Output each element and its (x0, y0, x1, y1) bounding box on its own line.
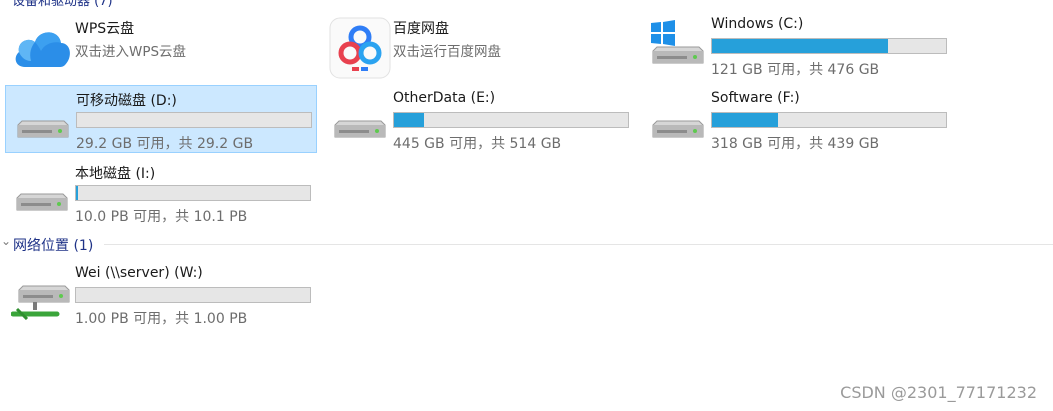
tile-drive-d[interactable]: 可移动磁盘 (D:) 29.2 GB 可用，共 29.2 GB (5, 85, 317, 153)
capacity-bar (711, 112, 947, 128)
capacity-bar (393, 112, 629, 128)
tile-subtitle: 双击进入WPS云盘 (75, 44, 187, 60)
cloud-icon (11, 21, 73, 73)
network-drive-icon (10, 268, 73, 321)
tile-name: 百度网盘 (393, 21, 449, 37)
drive-icon (647, 93, 709, 145)
baidu-netdisk-icon (329, 17, 391, 79)
capacity-bar (76, 112, 312, 128)
watermark: CSDN @2301_77171232 (840, 383, 1037, 402)
capacity-text: 445 GB 可用，共 514 GB (393, 136, 562, 152)
capacity-text: 121 GB 可用，共 476 GB (711, 62, 880, 78)
tile-drive-c[interactable]: Windows (C:) 121 GB 可用，共 476 GB (641, 12, 953, 78)
tile-name: Wei (\\server) (W:) (75, 265, 203, 281)
drive-icon (329, 93, 391, 145)
tile-name: 本地磁盘 (I:) (75, 166, 156, 182)
tile-drive-e[interactable]: OtherData (E:) 445 GB 可用，共 514 GB (323, 86, 635, 152)
capacity-bar (75, 287, 311, 303)
tile-name: WPS云盘 (75, 21, 135, 37)
capacity-text: 10.0 PB 可用，共 10.1 PB (75, 209, 248, 225)
capacity-bar-fill (394, 113, 425, 127)
drive-icon (12, 93, 74, 145)
windows-drive-icon (647, 19, 709, 71)
tile-drive-f[interactable]: Software (F:) 318 GB 可用，共 439 GB (641, 86, 953, 152)
tile-wps-cloud[interactable]: WPS云盘 双击进入WPS云盘 (5, 14, 317, 80)
tile-drive-i[interactable]: 本地磁盘 (I:) 10.0 PB 可用，共 10.1 PB (5, 159, 317, 225)
tile-name: 可移动磁盘 (D:) (76, 93, 177, 109)
network-group-header[interactable]: ⌄ 网络位置 (1) (0, 233, 1053, 254)
tile-subtitle: 双击运行百度网盘 (393, 44, 501, 60)
drive-icon (11, 166, 73, 218)
capacity-bar-fill (712, 39, 888, 53)
tile-name: OtherData (E:) (393, 90, 496, 106)
capacity-text: 1.00 PB 可用，共 1.00 PB (75, 311, 248, 327)
tile-name: Software (F:) (711, 90, 800, 106)
capacity-text: 318 GB 可用，共 439 GB (711, 136, 880, 152)
capacity-bar-fill (76, 186, 79, 200)
capacity-bar-fill (712, 113, 778, 127)
tile-baidu-netdisk[interactable]: 百度网盘 双击运行百度网盘 (323, 14, 635, 80)
tile-network-drive-w[interactable]: Wei (\\server) (W:) 1.00 PB 可用，共 1.00 PB (5, 261, 317, 327)
capacity-text: 29.2 GB 可用，共 29.2 GB (76, 136, 254, 152)
tile-name: Windows (C:) (711, 16, 804, 32)
group-label: 网络位置 (1) (13, 238, 94, 254)
capacity-bar (75, 185, 311, 201)
capacity-bar (711, 38, 947, 54)
group-divider (104, 244, 1053, 245)
devices-group-header[interactable]: 设备和驱动器 (7) (12, 0, 113, 9)
chevron-down-icon[interactable]: ⌄ (1, 234, 11, 248)
